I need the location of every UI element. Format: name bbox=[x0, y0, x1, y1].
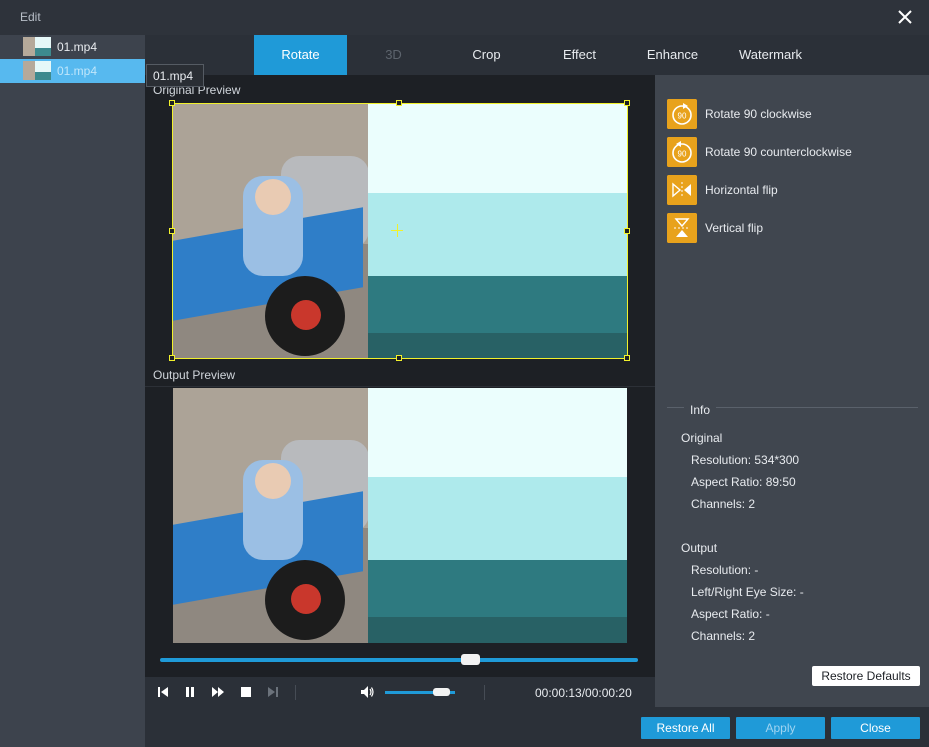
output-info-heading: Output bbox=[681, 541, 718, 555]
output-preview-label: Output Preview bbox=[153, 368, 236, 382]
rotate-counterclockwise-icon: 90 bbox=[667, 137, 697, 167]
volume-icon[interactable] bbox=[359, 684, 375, 700]
restore-all-button[interactable]: Restore All bbox=[641, 717, 730, 739]
footer-bar: Restore All Apply Close bbox=[145, 707, 929, 747]
original-info-heading: Original bbox=[681, 431, 723, 445]
rotate-clockwise-icon: 90 bbox=[667, 99, 697, 129]
vertical-flip-icon bbox=[667, 213, 697, 243]
horizontal-flip-button[interactable]: Horizontal flip bbox=[667, 175, 917, 205]
file-name: 01.mp4 bbox=[57, 64, 98, 78]
original-channels: Channels: 2 bbox=[691, 497, 756, 511]
vertical-flip-button[interactable]: Vertical flip bbox=[667, 213, 917, 243]
tab-watermark[interactable]: Watermark bbox=[719, 35, 822, 75]
output-aspect-ratio: Aspect Ratio: - bbox=[691, 607, 770, 621]
file-thumbnail bbox=[23, 37, 51, 56]
tab-effect[interactable]: Effect bbox=[533, 35, 626, 75]
original-aspect-ratio: Aspect Ratio: 89:50 bbox=[691, 475, 796, 489]
restore-defaults-button[interactable]: Restore Defaults bbox=[812, 666, 920, 686]
fast-forward-icon[interactable] bbox=[210, 684, 226, 700]
info-title: Info bbox=[684, 403, 717, 417]
next-frame-icon[interactable] bbox=[265, 684, 281, 700]
seek-thumb[interactable] bbox=[461, 654, 481, 665]
file-tooltip: 01.mp4 bbox=[146, 64, 204, 87]
crop-handle[interactable] bbox=[624, 100, 630, 106]
file-list: 01.mp4 01.mp4 bbox=[0, 35, 145, 747]
crop-handle[interactable] bbox=[624, 355, 630, 361]
seek-bar[interactable] bbox=[160, 658, 638, 662]
edit-tabs: Rotate 3D Crop Effect Enhance Watermark bbox=[145, 35, 929, 75]
video-frame-photo bbox=[173, 388, 369, 643]
crop-handle[interactable] bbox=[396, 355, 402, 361]
preview-pane: Original Preview Output Preview 00:00:13… bbox=[145, 75, 655, 707]
window-title: Edit bbox=[20, 10, 41, 24]
horizontal-flip-label: Horizontal flip bbox=[705, 183, 778, 197]
rotate-clockwise-label: Rotate 90 clockwise bbox=[705, 107, 812, 121]
crop-center-crosshair bbox=[397, 224, 398, 237]
title-bar: Edit bbox=[0, 0, 929, 35]
svg-text:90: 90 bbox=[678, 150, 687, 159]
svg-text:90: 90 bbox=[678, 112, 687, 121]
timecode: 00:00:13/00:00:20 bbox=[535, 686, 632, 700]
tab-3d[interactable]: 3D bbox=[347, 35, 440, 75]
close-icon[interactable] bbox=[895, 7, 915, 27]
tab-crop[interactable]: Crop bbox=[440, 35, 533, 75]
tab-enhance[interactable]: Enhance bbox=[626, 35, 719, 75]
file-item-selected[interactable]: 01.mp4 bbox=[0, 59, 145, 83]
skip-back-icon[interactable] bbox=[155, 684, 171, 700]
crop-handle[interactable] bbox=[169, 228, 175, 234]
crop-handle[interactable] bbox=[624, 228, 630, 234]
pause-icon[interactable] bbox=[182, 684, 198, 700]
file-item[interactable]: 01.mp4 bbox=[0, 35, 145, 59]
player-controls: 00:00:13/00:00:20 bbox=[145, 677, 655, 707]
stop-icon[interactable] bbox=[238, 684, 254, 700]
tab-rotate[interactable]: Rotate bbox=[254, 35, 347, 75]
vertical-flip-label: Vertical flip bbox=[705, 221, 764, 235]
rotate-counterclockwise-label: Rotate 90 counterclockwise bbox=[705, 145, 852, 159]
volume-thumb[interactable] bbox=[432, 688, 450, 696]
output-preview-video bbox=[173, 388, 627, 643]
rotate-panel: 90 Rotate 90 clockwise 90 Rotate 90 coun… bbox=[655, 75, 929, 707]
crop-frame[interactable] bbox=[172, 103, 628, 359]
crop-handle[interactable] bbox=[396, 100, 402, 106]
output-eye-size: Left/Right Eye Size: - bbox=[691, 585, 804, 599]
output-channels: Channels: 2 bbox=[691, 629, 756, 643]
output-resolution: Resolution: - bbox=[691, 563, 759, 577]
file-name: 01.mp4 bbox=[57, 40, 98, 54]
rotate-counterclockwise-button[interactable]: 90 Rotate 90 counterclockwise bbox=[667, 137, 917, 167]
close-button[interactable]: Close bbox=[831, 717, 920, 739]
crop-handle[interactable] bbox=[169, 355, 175, 361]
original-resolution: Resolution: 534*300 bbox=[691, 453, 800, 467]
apply-button[interactable]: Apply bbox=[736, 717, 825, 739]
file-thumbnail bbox=[23, 61, 51, 80]
crop-handle[interactable] bbox=[169, 100, 175, 106]
rotate-clockwise-button[interactable]: 90 Rotate 90 clockwise bbox=[667, 99, 917, 129]
horizontal-flip-icon bbox=[667, 175, 697, 205]
